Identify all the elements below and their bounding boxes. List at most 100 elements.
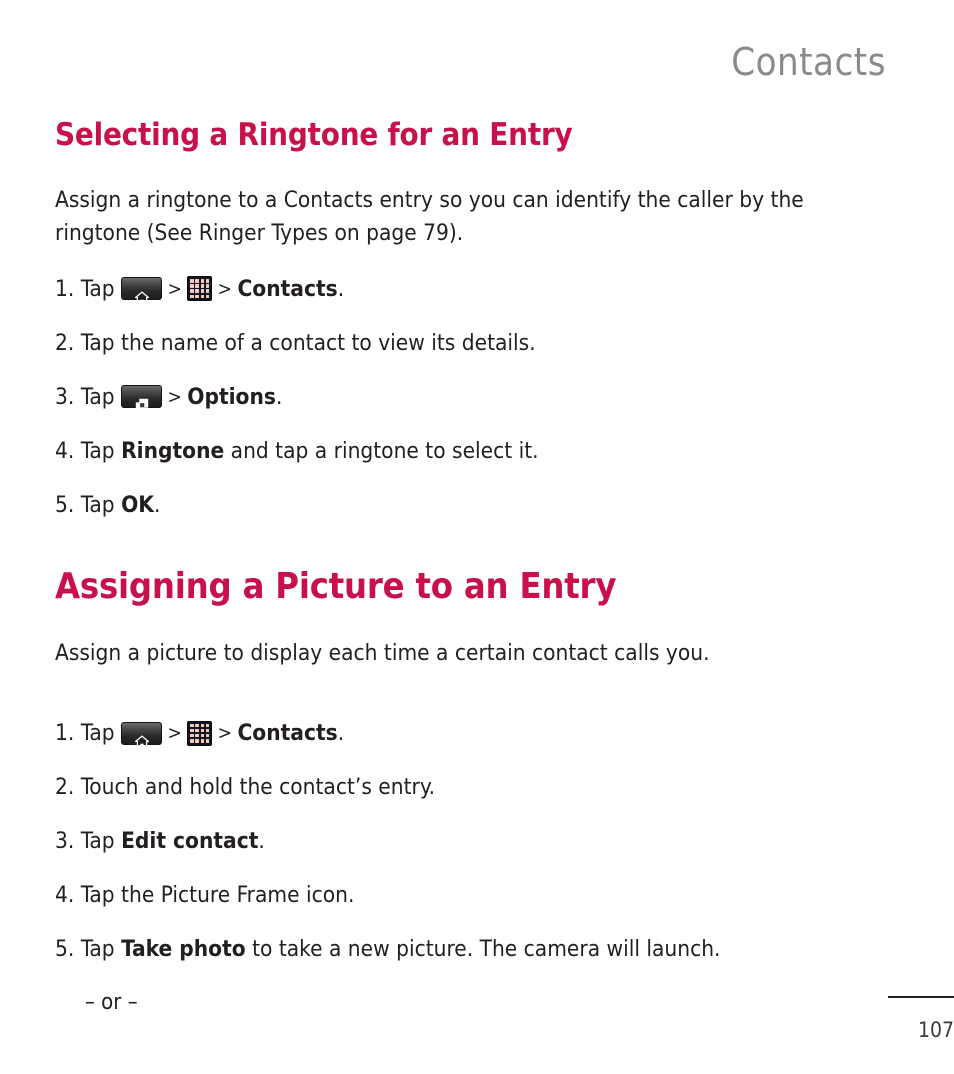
house-glyph: [134, 727, 149, 749]
house-glyph: [134, 282, 149, 305]
step-text: to take a new picture. The camera will l…: [245, 936, 721, 963]
grid-dot: [190, 279, 194, 283]
step-text: Tap: [80, 720, 122, 747]
grid-dot: [205, 279, 210, 283]
step-separator: >: [212, 277, 238, 300]
step-item: 3. Tap Edit contact.: [55, 826, 885, 856]
step-text: Tap: [80, 828, 122, 855]
step-separator: >: [212, 722, 238, 745]
step-number: 4.: [55, 437, 81, 464]
step-emphasis: Contacts: [237, 275, 338, 302]
grid-dot: [195, 728, 199, 733]
grid-dot: [195, 723, 199, 728]
step-text: Tap the Picture Frame icon.: [80, 882, 355, 909]
step-item: 5. Tap OK.: [55, 490, 885, 520]
step-emphasis: OK: [121, 491, 154, 518]
step-number: 2.: [55, 774, 81, 801]
section-heading-assigning-picture: Assigning a Picture to an Entry: [55, 565, 617, 607]
section-intro-paragraph: Assign a ringtone to a Contacts entry so…: [55, 186, 804, 246]
grid-dot: [195, 733, 199, 738]
step-emphasis: Take photo: [121, 936, 246, 963]
step-item: 1. Tap > > Contacts.: [55, 718, 885, 749]
step-item: 1. Tap > > Contacts.: [55, 274, 885, 305]
grid-dot: [200, 733, 205, 738]
page-footer: 107: [834, 996, 954, 1042]
page-content: Selecting a Ringtone for an Entry Assign…: [55, 117, 885, 1018]
steps-list-assigning-picture: 1. Tap > > Contacts. 2. Touch and hold th…: [55, 718, 885, 964]
step-item: 3. Tap > Options.: [55, 382, 885, 412]
grid-dot: [205, 733, 210, 738]
step-text: Tap the name of a contact to view its de…: [80, 329, 536, 356]
step-text: .: [153, 491, 161, 518]
grid-dot: [200, 294, 205, 299]
grid-dot: [190, 723, 194, 728]
grid-dot: [200, 284, 205, 288]
step-number: 3.: [55, 383, 81, 410]
step-number: 2.: [55, 329, 81, 356]
grid-dot: [205, 723, 210, 728]
manual-page: Contacts Selecting a Ringtone for an Ent…: [0, 0, 954, 1074]
options-glyph: [135, 390, 149, 411]
section-heading-selecting-ringtone: Selecting a Ringtone for an Entry: [55, 117, 573, 153]
home-key-icon: [121, 721, 163, 749]
footer-rule: [888, 996, 954, 998]
grid-dot: [205, 284, 210, 288]
grid-dot: [195, 279, 199, 283]
step-text: Tap: [80, 936, 122, 963]
step-separator: >: [162, 722, 188, 745]
grid-dot: [205, 289, 210, 294]
step-text: Tap: [80, 275, 122, 302]
grid-dot: [200, 738, 205, 743]
menu-key-icon: [121, 385, 163, 411]
step-text: .: [337, 275, 345, 302]
grid-dot: [190, 294, 194, 299]
grid-dot: [190, 289, 194, 294]
page-number: 107: [917, 1018, 954, 1042]
running-header-title: Contacts: [731, 40, 886, 84]
step-number: 3.: [55, 828, 81, 855]
step-text: .: [258, 828, 265, 855]
alternative-divider-text: – or –: [85, 990, 138, 1016]
step-emphasis: Ringtone: [121, 437, 225, 464]
app-grid-icon: [187, 720, 213, 746]
grid-dot: [200, 289, 205, 294]
step-item: 4. Tap Ringtone and tap a ringtone to se…: [55, 436, 885, 466]
section-intro-paragraph: Assign a picture to display each time a …: [55, 640, 710, 667]
grid-dot: [195, 294, 199, 299]
step-number: 1.: [55, 275, 81, 302]
step-emphasis: Options: [187, 383, 276, 410]
step-text: Tap: [80, 491, 122, 518]
step-item: 5. Tap Take photo to take a new picture.…: [55, 934, 885, 964]
app-grid-icon: [187, 276, 213, 302]
step-text: .: [275, 383, 283, 410]
grid-dot: [200, 723, 205, 728]
grid-dot: [205, 294, 210, 299]
step-number: 1.: [55, 720, 81, 747]
step-emphasis: Contacts: [237, 720, 338, 747]
step-text: .: [337, 720, 345, 747]
step-item: 4. Tap the Picture Frame icon.: [55, 880, 885, 910]
step-number: 4.: [55, 882, 81, 909]
grid-dot: [190, 728, 194, 733]
step-text: Touch and hold the contact’s entry.: [80, 774, 436, 801]
step-item: 2. Touch and hold the contact’s entry.: [55, 772, 885, 802]
grid-dot: [195, 284, 199, 288]
step-text: and tap a ringtone to select it.: [224, 437, 539, 464]
step-number: 5.: [55, 491, 81, 518]
grid-dot: [200, 728, 205, 733]
step-text: Tap: [80, 383, 122, 410]
step-item: 2. Tap the name of a contact to view its…: [55, 328, 885, 358]
step-emphasis: Edit contact: [121, 828, 259, 855]
step-text: Tap: [80, 437, 122, 464]
grid-dot: [190, 738, 194, 743]
grid-dot: [205, 728, 210, 733]
step-separator: >: [162, 277, 188, 300]
home-key-icon: [121, 277, 163, 305]
grid-dot: [195, 289, 199, 294]
grid-dot: [190, 733, 194, 738]
step-separator: >: [162, 385, 188, 408]
grid-dot: [190, 284, 194, 288]
step-number: 5.: [55, 936, 81, 963]
grid-dot: [195, 738, 199, 743]
grid-dot: [200, 279, 205, 283]
